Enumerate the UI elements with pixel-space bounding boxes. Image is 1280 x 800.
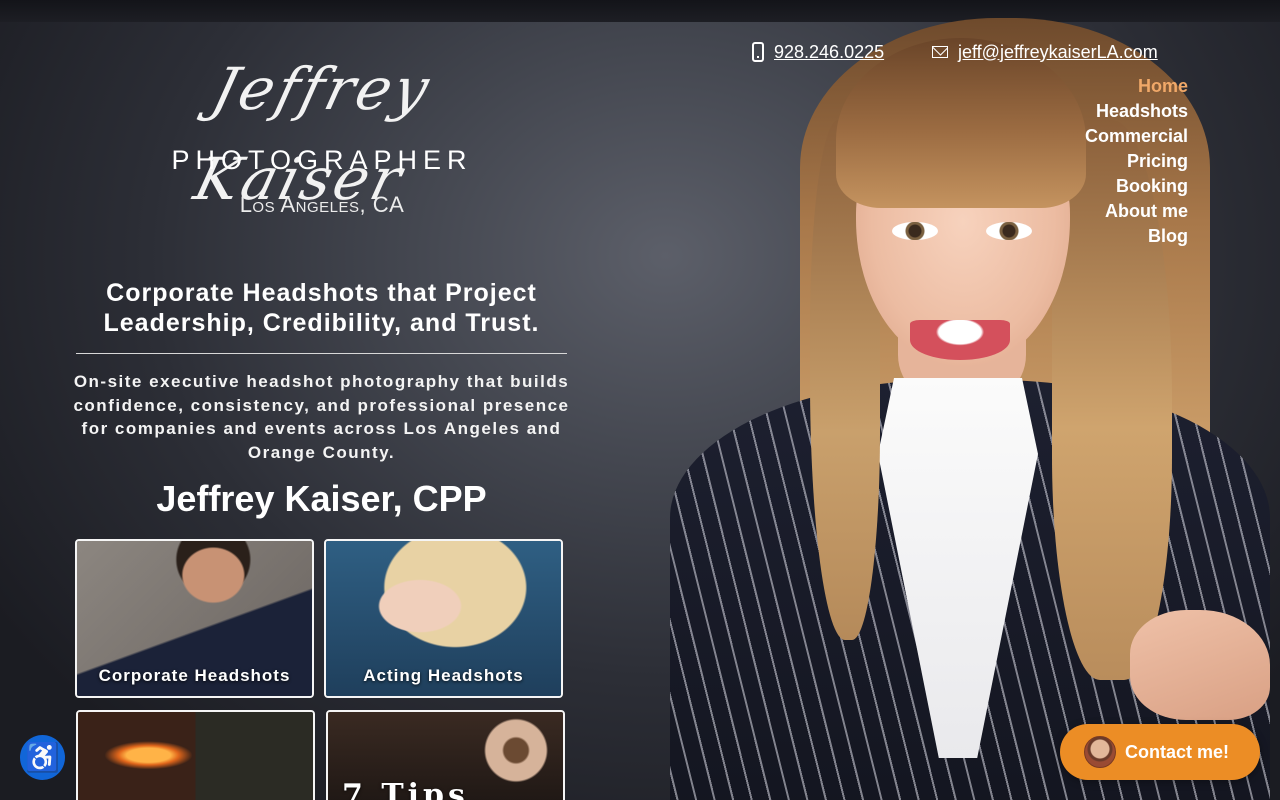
- mail-icon: [932, 46, 948, 58]
- tile-acting-headshots[interactable]: Acting Headshots: [324, 539, 563, 698]
- nav-item-home[interactable]: Home: [1138, 74, 1188, 99]
- tile-label: Acting Headshots: [363, 666, 524, 685]
- divider: [76, 353, 567, 354]
- nav-item-headshots[interactable]: Headshots: [1096, 99, 1188, 124]
- nav-item-blog[interactable]: Blog: [1148, 224, 1188, 249]
- tile-corporate-headshots[interactable]: Corporate Headshots: [75, 539, 314, 698]
- accessibility-button[interactable]: ♿: [20, 735, 65, 780]
- tile-label: 7 Tips: [342, 778, 469, 800]
- contact-me-button[interactable]: Contact me!: [1060, 724, 1260, 780]
- nav-item-commercial[interactable]: Commercial: [1085, 124, 1188, 149]
- tile-fireplace[interactable]: [76, 710, 315, 800]
- email-address: jeff@jeffreykaiserLA.com: [958, 41, 1158, 62]
- email-link[interactable]: jeff@jeffreykaiserLA.com: [932, 40, 1158, 64]
- nav-item-booking[interactable]: Booking: [1116, 174, 1188, 199]
- fireplace-image: [78, 712, 313, 800]
- logo-location: Los Angeles, CA: [239, 192, 405, 217]
- hero-title: Corporate Headshots that Project Leaders…: [103, 279, 540, 337]
- phone-link[interactable]: 928.246.0225: [752, 40, 884, 64]
- accessibility-icon: ♿: [25, 741, 60, 773]
- tile-label: Corporate Headshots: [98, 666, 291, 685]
- tile-tips[interactable]: 7 Tips: [326, 710, 565, 800]
- avatar: [1084, 736, 1116, 768]
- nav-item-about-me[interactable]: About me: [1105, 199, 1188, 224]
- hero-description: On-site executive headshot photography t…: [73, 372, 570, 462]
- logo-script-name[interactable]: Jeffrey Kaiser: [109, 44, 535, 213]
- logo-subtitle: PHOTOGRAPHER: [171, 145, 473, 175]
- contact-me-label: Contact me!: [1125, 741, 1230, 762]
- phone-icon: [752, 42, 764, 62]
- phone-number: 928.246.0225: [774, 41, 885, 62]
- photographer-name: Jeffrey Kaiser, CPP: [156, 478, 487, 519]
- nav-item-pricing[interactable]: Pricing: [1127, 149, 1188, 174]
- main-nav: Home Headshots Commercial Pricing Bookin…: [1085, 74, 1188, 249]
